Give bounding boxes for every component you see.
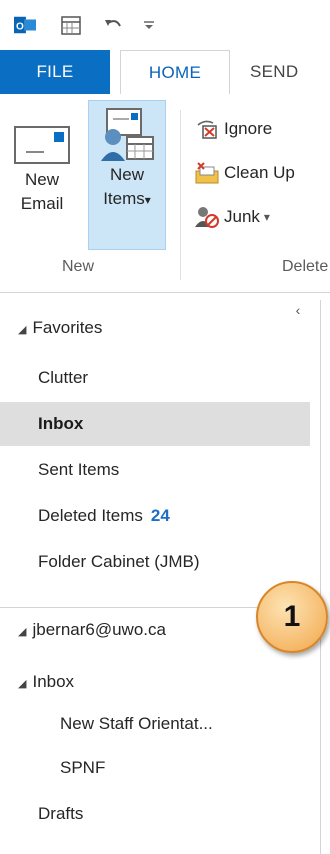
calendar-icon[interactable] (60, 14, 82, 36)
new-email-label-1: New (24, 170, 59, 189)
pane-divider (320, 300, 321, 854)
new-email-button[interactable]: New Email (0, 100, 84, 250)
junk-icon (194, 204, 220, 230)
new-items-label-2: Items▾ (89, 187, 165, 212)
ignore-icon (194, 116, 220, 142)
folder-label: Inbox (32, 672, 75, 691)
customize-icon[interactable] (138, 14, 160, 36)
quick-access-toolbar: O (0, 0, 330, 50)
expanded-triangle-icon: ◢ (18, 324, 27, 336)
folder-item-sent-items[interactable]: Sent Items (0, 448, 310, 492)
unread-count-badge: 24 (150, 506, 170, 525)
new-items-dropdown-arrow: ▾ (144, 193, 151, 207)
folder-label: Folder Cabinet (JMB) (38, 552, 200, 571)
outlook-icon[interactable]: O (14, 14, 36, 36)
folder-label: Sent Items (38, 460, 120, 479)
ribbon-tab-bar: FILE HOME SEND (0, 50, 330, 95)
step-callout-badge: 1 (256, 581, 328, 653)
folder-label: Inbox (38, 414, 84, 433)
folder-item-spnf[interactable]: SPNF (0, 746, 310, 790)
tab-file[interactable]: FILE (0, 50, 110, 94)
ignore-button[interactable]: Ignore (194, 114, 272, 144)
junk-button[interactable]: Junk ▾ (194, 202, 270, 232)
folder-item-account-inbox[interactable]: ◢ Inbox (0, 660, 310, 704)
new-email-icon (14, 126, 70, 169)
folder-item-new-staff-orientation[interactable]: New Staff Orientat... (0, 702, 310, 746)
favorites-header[interactable]: ◢ Favorites (0, 306, 310, 350)
svg-text:O: O (16, 22, 24, 33)
group-label-delete: Delete (282, 258, 329, 275)
new-items-button[interactable]: New Items▾ (88, 100, 166, 250)
ribbon: New Email New Items▾ New Ignore Clean Up… (0, 94, 330, 293)
expanded-triangle-icon: ◢ (18, 678, 27, 690)
junk-label: Junk (224, 207, 260, 226)
clean-up-button[interactable]: Clean Up (194, 158, 295, 188)
folder-label: SPNF (60, 758, 106, 777)
new-email-label-2: Email (20, 194, 64, 213)
new-items-label-text: Items (103, 189, 145, 208)
folder-label: Deleted Items (38, 506, 143, 525)
folder-item-deleted-items[interactable]: Deleted Items 24 (0, 494, 310, 538)
folder-item-clutter[interactable]: Clutter (0, 356, 310, 400)
tab-home[interactable]: HOME (120, 50, 230, 94)
expanded-triangle-icon: ◢ (18, 626, 27, 638)
folder-label: Drafts (38, 804, 84, 823)
clean-up-label: Clean Up (224, 163, 295, 182)
ribbon-group-separator (180, 110, 181, 280)
new-items-label-1: New (109, 165, 144, 184)
folder-label: Clutter (38, 368, 89, 387)
junk-dropdown-arrow: ▾ (263, 210, 270, 224)
favorites-label: Favorites (32, 318, 103, 337)
new-items-icon (99, 107, 157, 168)
undo-icon[interactable] (102, 14, 124, 36)
group-label-new: New (62, 258, 95, 275)
folder-item-drafts[interactable]: Drafts (0, 792, 310, 836)
folder-item-inbox-selected[interactable]: Inbox (0, 402, 310, 446)
account-label: jbernar6@uwo.ca (32, 620, 166, 639)
folder-label: New Staff Orientat... (60, 714, 213, 733)
ignore-label: Ignore (224, 119, 273, 138)
folder-item-folder-cabinet[interactable]: Folder Cabinet (JMB) (0, 540, 310, 584)
clean-up-icon (194, 160, 220, 186)
tab-send-receive[interactable]: SEND (250, 50, 298, 94)
